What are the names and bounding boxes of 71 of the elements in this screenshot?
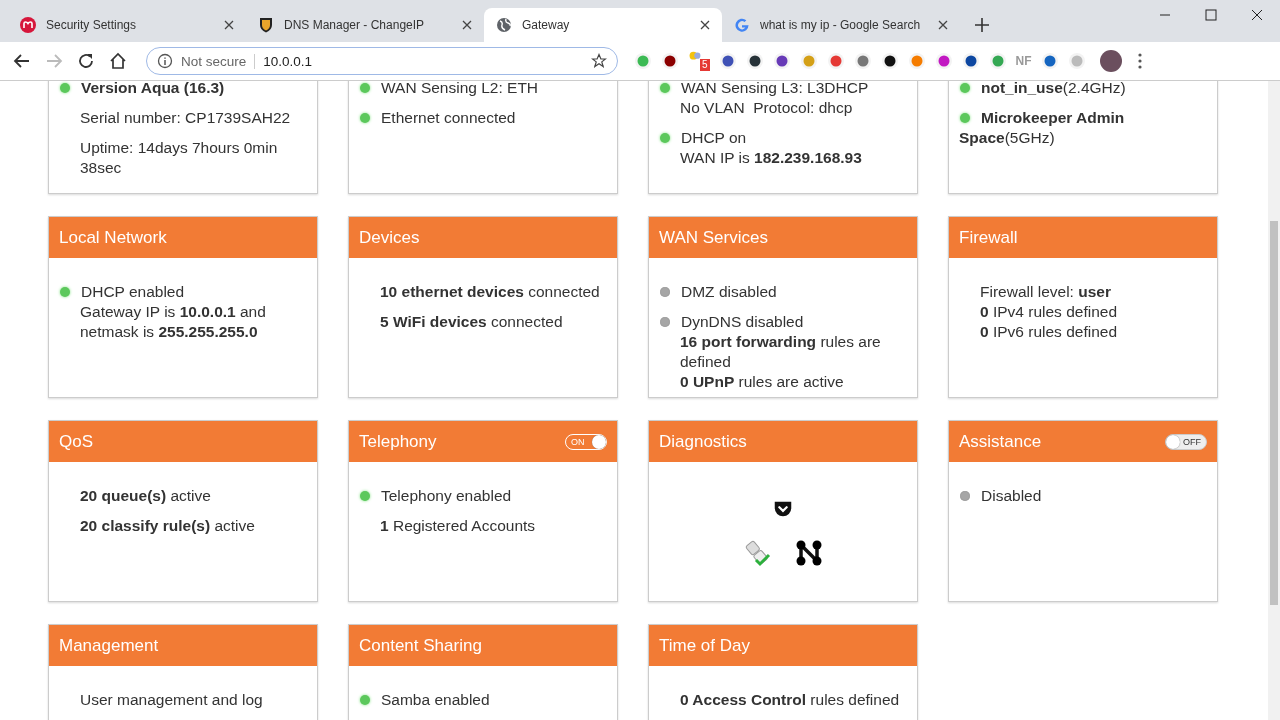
security-label: Not secure [181,53,256,69]
network-icon[interactable] [794,538,824,568]
close-icon[interactable] [938,20,948,30]
browser-tab[interactable]: what is my ip - Google Search [722,8,960,42]
card-title: Content Sharing [359,635,482,656]
extension-icon[interactable] [661,52,679,70]
card-title: Management [59,635,159,656]
extension-icon[interactable] [961,52,980,70]
status-text: 10 ethernet devices connected [379,282,601,302]
reload-icon[interactable] [76,51,96,71]
status-text: Version Aqua (16.3) [59,81,307,98]
globe-icon [496,17,512,33]
menu-icon[interactable] [1137,53,1142,69]
google-icon [734,17,750,33]
status-text: Telephony enabled [359,486,607,506]
scrollbar-thumb[interactable] [1270,221,1278,605]
home-icon[interactable] [108,51,128,71]
status-text: DHCP enabled [59,282,307,302]
close-icon[interactable] [462,20,472,30]
browser-tab[interactable]: Gateway [484,8,722,42]
status-text: Serial number: CP1739SAH22 [79,108,292,128]
status-text: DMZ disabled [659,282,907,302]
status-text: 0 IPv6 rules defined [979,322,1118,342]
status-text: Firewall level: user [979,282,1112,302]
status-text: Microkeeper Admin Space(5GHz) [959,108,1126,148]
url-text: 10.0.0.1 [263,53,314,69]
status-text: No VLAN Protocol: dhcp [679,98,854,118]
status-text: Ethernet connected [359,108,607,128]
card-title: Time of Day [659,635,750,656]
star-icon[interactable] [591,53,607,69]
extension-icon[interactable] [718,52,737,70]
status-text: 0 Access Control rules defined [679,690,901,710]
status-text: 20 queue(s) active [79,486,212,506]
logo-icon [20,17,36,33]
browser-tab[interactable]: Security Settings [8,8,246,42]
status-text: 5 WiFi devices connected [379,312,564,332]
status-text: Samba enabled [359,690,607,710]
card-title: Local Network [59,227,167,248]
status-text: DynDNS disabled [659,312,907,332]
avatar[interactable] [1099,50,1122,72]
status-text: DHCP on [659,128,907,148]
close-icon[interactable] [700,20,710,30]
extension-icon[interactable] [880,52,899,70]
toggle-switch[interactable]: OFF [1165,433,1207,450]
info-icon[interactable] [157,53,173,69]
card-title: Telephony [359,431,437,452]
extension-badge: 5 [700,59,710,71]
status-text: WAN Sensing L2: ETH [359,81,607,98]
status-text: 0 UPnP rules are active [679,372,845,392]
extension-icon[interactable] [772,52,791,70]
shield-icon [258,17,274,33]
card-title: QoS [59,431,94,452]
status-text: WAN Sensing L3: L3DHCP [659,81,907,98]
status-text: 1 Registered Accounts [379,516,537,536]
status-text: Uptime: 14days 7hours 0min 38sec [79,138,279,178]
status-text: not_in_use(2.4GHz) [959,81,1207,98]
card-title: Firewall [959,227,1018,248]
card-title: Devices [359,227,420,248]
new-tab-icon[interactable] [974,17,990,33]
status-text: 0 IPv4 rules defined [979,302,1118,322]
status-text: Disabled [959,486,1207,506]
status-text: Gateway IP is 10.0.0.1 and netmask is 255.255.255.0 [79,302,267,342]
status-text: WAN IP is 182.239.168.93 [679,148,863,168]
card-title: Diagnostics [659,431,747,452]
close-icon[interactable] [224,20,234,30]
card-title: WAN Services [659,227,768,248]
browser-tab[interactable]: DNS Manager - ChangeIP [246,8,484,42]
card-title: Assistance [959,431,1042,452]
status-text: User management and log [79,690,264,710]
extension-icon[interactable] [745,52,764,70]
status-text: 20 classify rule(s) active [79,516,256,536]
